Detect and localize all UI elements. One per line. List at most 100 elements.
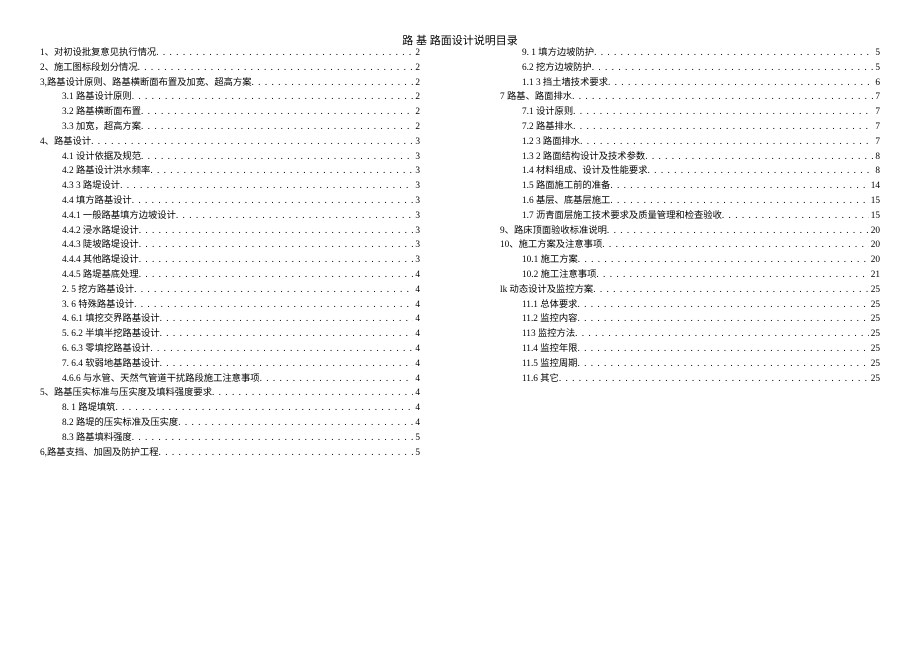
toc-label: 4. 6.1 填挖交界路基设计 [62, 312, 160, 327]
toc-page-number: 8 [873, 150, 880, 165]
toc-row: 3.1 路基设计原则 2 [40, 90, 420, 105]
toc-page-number: 4 [413, 372, 420, 387]
toc-row: 4.3 3 路堤设计3 [40, 179, 420, 194]
toc-row: 7.1 设计原则7 [500, 105, 880, 120]
toc-row: 1.3 2 路面结构设计及技术参数 8 [500, 150, 880, 165]
toc-leader-dots [160, 312, 414, 327]
toc-label: 1.3 2 路面结构设计及技术参数 [522, 150, 645, 165]
toc-label: 7.1 设计原则 [522, 105, 573, 120]
toc-row: 1.2 3 路面排水7 [500, 135, 880, 150]
toc-label: 11.4 监控年限 [522, 342, 577, 357]
toc-row: 7. 6.4 软弱地基路基设计4 [40, 357, 420, 372]
toc-page-number: 20 [869, 224, 880, 239]
toc-row: 9. 1 填方边坡防护5 [500, 46, 880, 61]
toc-page-number: 15 [869, 194, 880, 209]
toc-label: 11.1 总体要求 [522, 298, 577, 313]
toc-label: 1.7 沥青面层施工技术要求及质量管理和检查验收 [522, 209, 722, 224]
toc-page-number: 7 [873, 135, 880, 150]
toc-label: lk 动态设计及监控方案 [500, 283, 593, 298]
toc-leader-dots [139, 238, 414, 253]
toc-page-number: 5 [873, 46, 880, 61]
toc-label: 9、路床顶面验收标准说明 [500, 224, 607, 239]
toc-row: 3.2 路基横断面布置2 [40, 105, 420, 120]
toc-leader-dots [139, 253, 414, 268]
toc-page-number: 2 [413, 90, 420, 105]
toc-page-number: 2 [413, 76, 420, 91]
toc-leader-dots [594, 46, 873, 61]
toc-leader-dots [150, 164, 413, 179]
toc-row: 4.2 路基设计洪水频率3 [40, 164, 420, 179]
toc-page-number: 25 [869, 298, 880, 313]
toc-leader-dots [577, 298, 868, 313]
toc-row: 1.1 3 挡土墙技术要求6 [500, 76, 880, 91]
toc-label: 4.6.6 与水管、天然气管道干扰路段施工注意事项 [62, 372, 260, 387]
toc-label: 3.1 路基设计原则 [62, 90, 132, 105]
toc-page-number: 5 [873, 61, 880, 76]
toc-page-number: 5 [413, 431, 420, 446]
toc-row: 11.4 监控年限 25 [500, 342, 880, 357]
toc-page-number: 21 [869, 268, 880, 283]
toc-leader-dots [160, 327, 414, 342]
toc-page-number: 25 [869, 342, 880, 357]
toc-row: 3. 6 特殊路基设计4 [40, 298, 420, 313]
toc-label: 2. 5 挖方路基设计 [62, 283, 134, 298]
toc-label: 5、路基压实标准与压实度及填料强度要求 [40, 386, 212, 401]
toc-page-number: 25 [869, 312, 880, 327]
toc-leader-dots [608, 76, 873, 91]
toc-page-number: 5 [413, 446, 420, 461]
toc-label: 10.1 施工方案 [522, 253, 578, 268]
toc-label: 1.4 材料组成、设计及性能要求 [522, 164, 648, 179]
toc-leader-dots [134, 298, 413, 313]
toc-leader-dots [577, 357, 868, 372]
toc-row: 11.6 其它25 [500, 372, 880, 387]
toc-label: 3.2 路基横断面布置 [62, 105, 141, 120]
toc-column-left: 1、对初设批复意见执行情况22、施工图标段划分情况23,路基设计原则、路基横断面… [0, 46, 460, 651]
toc-row: 1.7 沥青面层施工技术要求及质量管理和检查验收 15 [500, 209, 880, 224]
toc-leader-dots [602, 238, 868, 253]
toc-leader-dots [115, 401, 413, 416]
toc-label: 1.5 路面施工前的准备 [522, 179, 610, 194]
toc-row: 7.2 路基排水 7 [500, 120, 880, 135]
toc-page-number: 15 [869, 209, 880, 224]
toc-title: 路 基 路面设计说明目录 [0, 32, 920, 48]
toc-page-number: 7 [873, 90, 880, 105]
toc-label: 4.4.4 其他路堤设计 [62, 253, 139, 268]
toc-leader-dots [573, 105, 873, 120]
toc-leader-dots [132, 90, 414, 105]
toc-row: 1.4 材料组成、设计及性能要求8 [500, 164, 880, 179]
toc-leader-dots [91, 135, 413, 150]
toc-column-right: 9. 1 填方边坡防护56.2 挖方边坡防护51.1 3 挡土墙技术要求67 路… [460, 46, 920, 651]
toc-leader-dots [141, 105, 413, 120]
toc-label: 5. 6.2 半填半挖路基设计 [62, 327, 160, 342]
toc-leader-dots [577, 342, 868, 357]
toc-label: 8.2 路堤的压实标准及压实度 [62, 416, 178, 431]
toc-page-number: 4 [413, 416, 420, 431]
toc-label: 4.4 填方路基设计 [62, 194, 132, 209]
toc-leader-dots [138, 61, 414, 76]
toc-label: 1、对初设批复意见执行情况 [40, 46, 156, 61]
toc-label: 4.4.1 一般路基填方边坡设计 [62, 209, 176, 224]
toc-page-number: 3 [413, 150, 420, 165]
toc-page-number: 4 [413, 342, 420, 357]
toc-leader-dots [150, 342, 413, 357]
toc-page-number: 7 [873, 120, 880, 135]
toc-leader-dots [596, 268, 868, 283]
toc-row: 4.4.2 浸水路堤设计3 [40, 224, 420, 239]
toc-label: 7.2 路基排水 [522, 120, 573, 135]
toc-leader-dots [260, 372, 414, 387]
toc-leader-dots [132, 194, 414, 209]
toc-leader-dots [722, 209, 869, 224]
toc-row: 6,路基支挡、加固及防护工程5 [40, 446, 420, 461]
toc-label: 3. 6 特殊路基设计 [62, 298, 134, 313]
toc-row: 4.4 填方路基设计3 [40, 194, 420, 209]
toc-leader-dots [645, 150, 873, 165]
toc-row: 11.1 总体要求 25 [500, 298, 880, 313]
toc-label: 4.2 路基设计洪水频率 [62, 164, 150, 179]
toc-row: 4.1 设计依据及规范3 [40, 150, 420, 165]
toc-row: 4、路基设计3 [40, 135, 420, 150]
toc-label: 4.4.2 浸水路堤设计 [62, 224, 139, 239]
toc-row: 3,路基设计原则、路基横断面布置及加宽、超高方案2 [40, 76, 420, 91]
toc-leader-dots [577, 312, 868, 327]
toc-leader-dots [575, 327, 869, 342]
toc-page-number: 14 [869, 179, 880, 194]
